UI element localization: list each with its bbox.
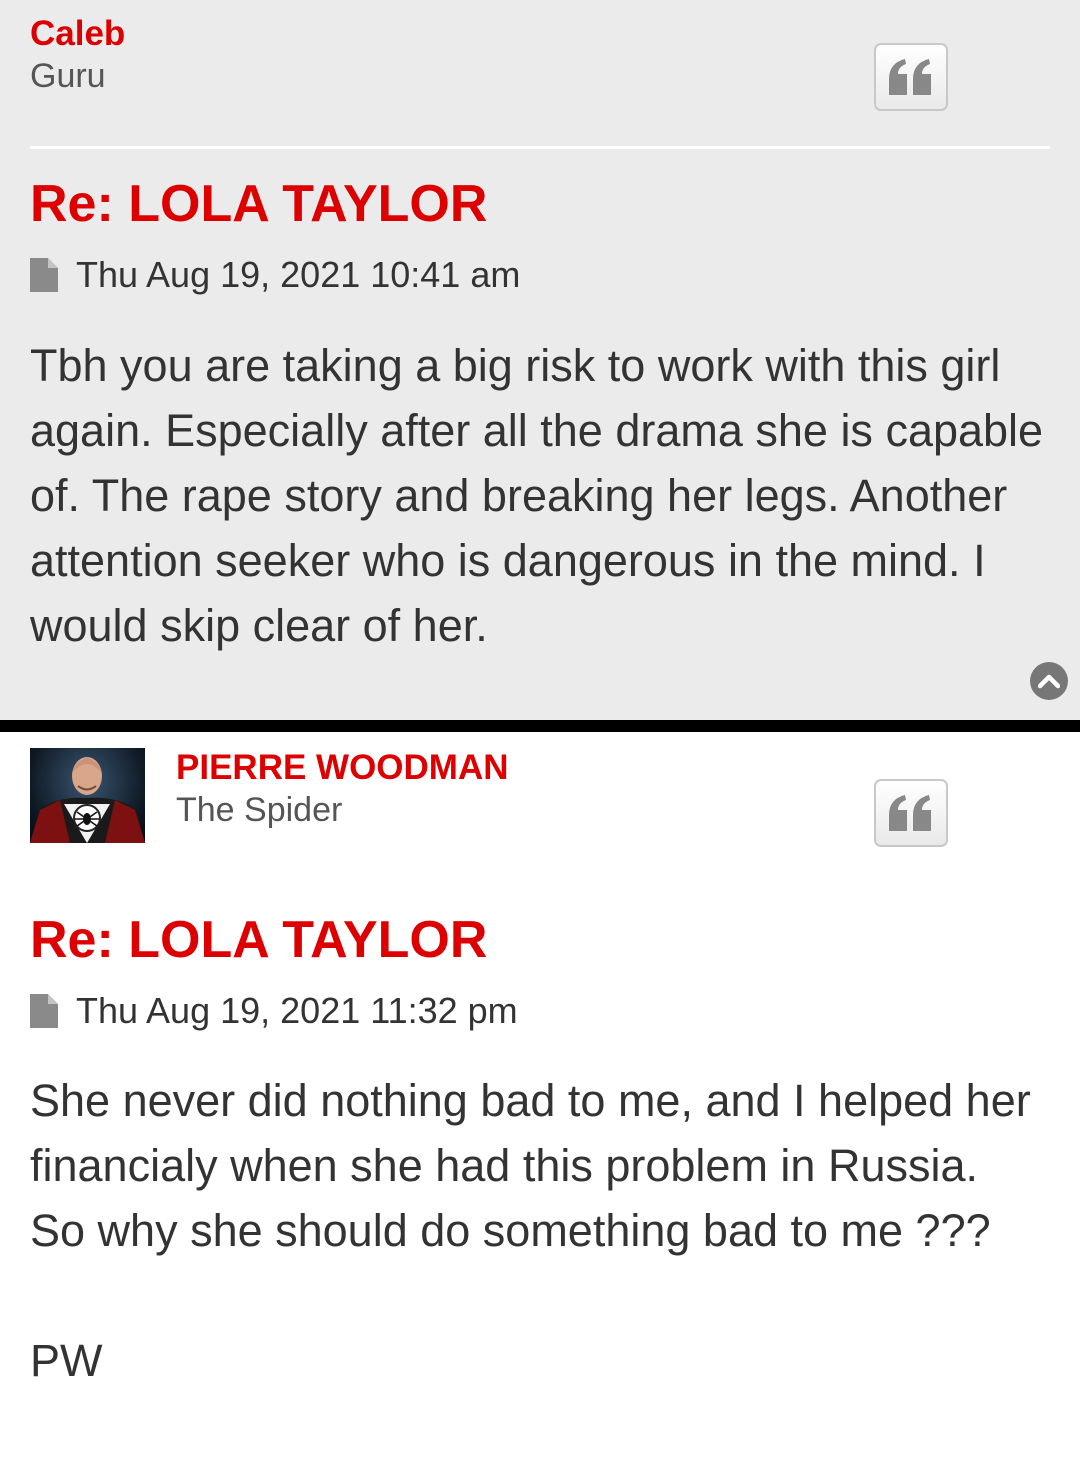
post-meta: Thu Aug 19, 2021 11:32 pm <box>30 991 518 1031</box>
post-text: So why she should do something bad to me… <box>30 1205 991 1256</box>
avatar[interactable] <box>30 748 145 843</box>
avatar-image <box>30 757 145 843</box>
post-content: She never did nothing bad to me, and I h… <box>30 1068 1060 1393</box>
file-icon[interactable] <box>30 258 58 292</box>
quote-button[interactable] <box>874 779 948 847</box>
post-author[interactable]: PIERRE WOODMAN <box>176 748 509 788</box>
post-text-blank <box>30 1263 1060 1328</box>
quote-icon <box>889 795 931 831</box>
post-pierre-woodman: PIERRE WOODMAN The Spider Re: LOLA TAYLO… <box>0 732 1080 1477</box>
post-author[interactable]: Caleb <box>30 14 125 54</box>
quote-button[interactable] <box>874 43 948 111</box>
post-content: Tbh you are taking a big risk to work wi… <box>30 333 1060 658</box>
post-text: She never did nothing bad to me, and I h… <box>30 1075 1031 1191</box>
post-title[interactable]: Re: LOLA TAYLOR <box>30 174 487 234</box>
author-rank: The Spider <box>176 791 343 829</box>
post-signature: PW <box>30 1335 103 1386</box>
chevron-up-icon <box>1038 674 1060 689</box>
quote-icon <box>889 59 931 95</box>
post-title[interactable]: Re: LOLA TAYLOR <box>30 910 487 970</box>
post-separator <box>0 720 1080 732</box>
post-text: Tbh you are taking a big risk to work wi… <box>30 340 1044 651</box>
file-icon[interactable] <box>30 994 58 1028</box>
post-date: Thu Aug 19, 2021 10:41 am <box>76 254 521 295</box>
post-caleb: Caleb Guru Re: LOLA TAYLOR Thu Aug 19, 2… <box>0 0 1080 720</box>
post-date: Thu Aug 19, 2021 11:32 pm <box>76 990 518 1031</box>
post-header-divider <box>30 146 1050 149</box>
back-to-top-button[interactable] <box>1030 662 1068 700</box>
author-rank: Guru <box>30 57 106 95</box>
post-meta: Thu Aug 19, 2021 10:41 am <box>30 255 520 295</box>
